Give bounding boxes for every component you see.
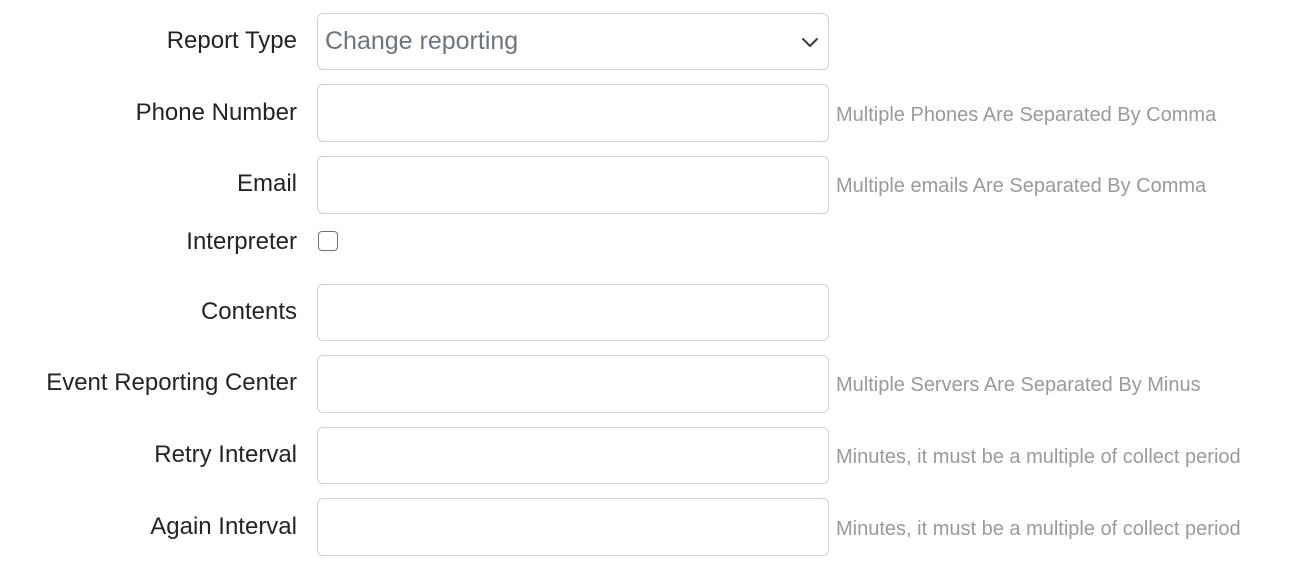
- email-input[interactable]: [317, 156, 829, 214]
- event-reporting-center-input[interactable]: [317, 355, 829, 413]
- again-interval-input[interactable]: [317, 498, 829, 556]
- again-interval-hint: Minutes, it must be a multiple of collec…: [836, 518, 1241, 540]
- report-type-select[interactable]: Change reporting: [317, 13, 829, 70]
- event-reporting-center-hint: Multiple Servers Are Separated By Minus: [836, 374, 1201, 396]
- report-type-label: Report Type: [166, 27, 297, 54]
- event-reporting-center-label: Event Reporting Center: [46, 369, 297, 396]
- row-retry-interval: Retry Interval Minutes, it must be a mul…: [0, 427, 1316, 484]
- email-hint: Multiple emails Are Separated By Comma: [836, 175, 1207, 197]
- chevron-down-icon: [798, 30, 822, 54]
- row-email: Email Multiple emails Are Separated By C…: [0, 156, 1316, 214]
- phone-number-label: Phone Number: [135, 99, 297, 126]
- phone-number-input[interactable]: [317, 84, 829, 142]
- contents-input[interactable]: [317, 284, 829, 341]
- row-event-reporting-center: Event Reporting Center Multiple Servers …: [0, 355, 1316, 413]
- row-again-interval: Again Interval Minutes, it must be a mul…: [0, 498, 1316, 556]
- retry-interval-hint: Minutes, it must be a multiple of collec…: [836, 446, 1241, 468]
- retry-interval-input[interactable]: [317, 427, 829, 484]
- again-interval-label: Again Interval: [150, 513, 297, 540]
- report-type-selected-value: Change reporting: [325, 27, 519, 55]
- email-label: Email: [236, 170, 297, 197]
- row-phone-number: Phone Number Multiple Phones Are Separat…: [0, 84, 1316, 142]
- retry-interval-label: Retry Interval: [154, 441, 297, 468]
- contents-label: Contents: [200, 298, 297, 325]
- phone-number-hint: Multiple Phones Are Separated By Comma: [836, 104, 1217, 126]
- row-contents: Contents: [0, 284, 1316, 341]
- row-interpreter: Interpreter: [0, 228, 1316, 258]
- interpreter-checkbox[interactable]: [318, 231, 338, 251]
- interpreter-label: Interpreter: [186, 228, 297, 255]
- row-report-type: Report Type Change reporting: [0, 13, 1316, 70]
